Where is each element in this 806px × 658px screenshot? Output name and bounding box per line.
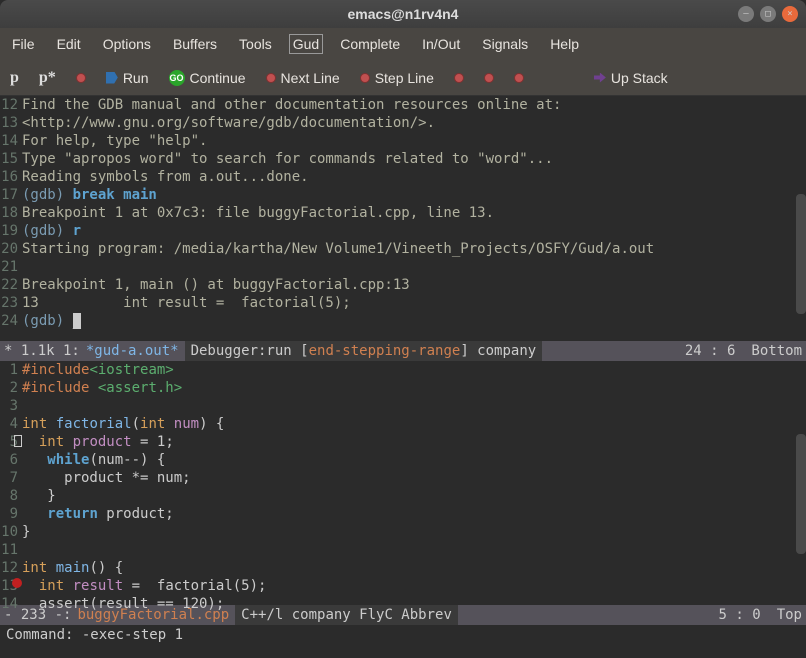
scrollbar[interactable]: [796, 434, 806, 554]
step-out-icon[interactable]: [454, 73, 464, 83]
menu-buffers[interactable]: Buffers: [169, 34, 221, 54]
next-line-button[interactable]: Next Line: [266, 70, 340, 86]
source-gutter: 1234567891011121314: [0, 361, 22, 605]
print-button[interactable]: p: [10, 69, 19, 87]
window-title: emacs@n1rv4n4: [348, 6, 459, 22]
step-over-icon[interactable]: [484, 73, 494, 83]
modeline-position: 24 : 6: [685, 343, 736, 359]
current-line-marker: [14, 435, 22, 447]
menu-help[interactable]: Help: [546, 34, 583, 54]
window-minimize-button[interactable]: –: [738, 6, 754, 22]
modeline-gud: * 1.1k 1: *gud-a.out* Debugger:run [end-…: [0, 341, 806, 361]
menu-complete[interactable]: Complete: [336, 34, 404, 54]
minibuffer[interactable]: Command: -exec-step 1: [0, 625, 806, 645]
gdb-gutter: 12131415161718192021222324: [0, 96, 22, 341]
window-titlebar: emacs@n1rv4n4 – □ ×: [0, 0, 806, 28]
break-icon[interactable]: [76, 73, 86, 83]
modeline-status: * 1.1k 1:: [4, 343, 80, 359]
modeline-scroll: Bottom: [751, 343, 802, 359]
menu-gud[interactable]: Gud: [290, 35, 322, 53]
continue-button[interactable]: GOContinue: [169, 70, 246, 86]
modeline-buffer-name: *gud-a.out*: [86, 343, 179, 359]
menu-tools[interactable]: Tools: [235, 34, 276, 54]
scrollbar[interactable]: [796, 194, 806, 314]
menu-file[interactable]: File: [8, 34, 39, 54]
breakpoint-marker[interactable]: [12, 578, 22, 588]
modeline-mode: Debugger:run [end-stepping-range] compan…: [185, 341, 543, 361]
menu-signals[interactable]: Signals: [478, 34, 532, 54]
window-maximize-button[interactable]: □: [760, 6, 776, 22]
print-star-button[interactable]: p*: [39, 69, 56, 87]
minibuffer-text: Command: -exec-step 1: [6, 627, 183, 643]
menu-bar: File Edit Options Buffers Tools Gud Complete In…: [0, 28, 806, 60]
run-button[interactable]: Run: [106, 70, 149, 86]
step-into-icon[interactable]: [514, 73, 524, 83]
up-stack-button[interactable]: Up Stack: [594, 70, 668, 86]
window-close-button[interactable]: ×: [782, 6, 798, 22]
step-line-button[interactable]: Step Line: [360, 70, 434, 86]
debug-toolbar: p p* Run GOContinue Next Line Step Line …: [0, 60, 806, 96]
menu-edit[interactable]: Edit: [53, 34, 85, 54]
gdb-buffer[interactable]: 12131415161718192021222324 Find the GDB …: [0, 96, 806, 341]
menu-options[interactable]: Options: [99, 34, 155, 54]
gdb-text[interactable]: Find the GDB manual and other documentat…: [22, 96, 806, 341]
menu-in/out[interactable]: In/Out: [418, 34, 464, 54]
source-text[interactable]: #include<iostream>#include <assert.h> in…: [22, 361, 806, 605]
source-buffer[interactable]: 1234567891011121314 #include<iostream>#i…: [0, 361, 806, 605]
